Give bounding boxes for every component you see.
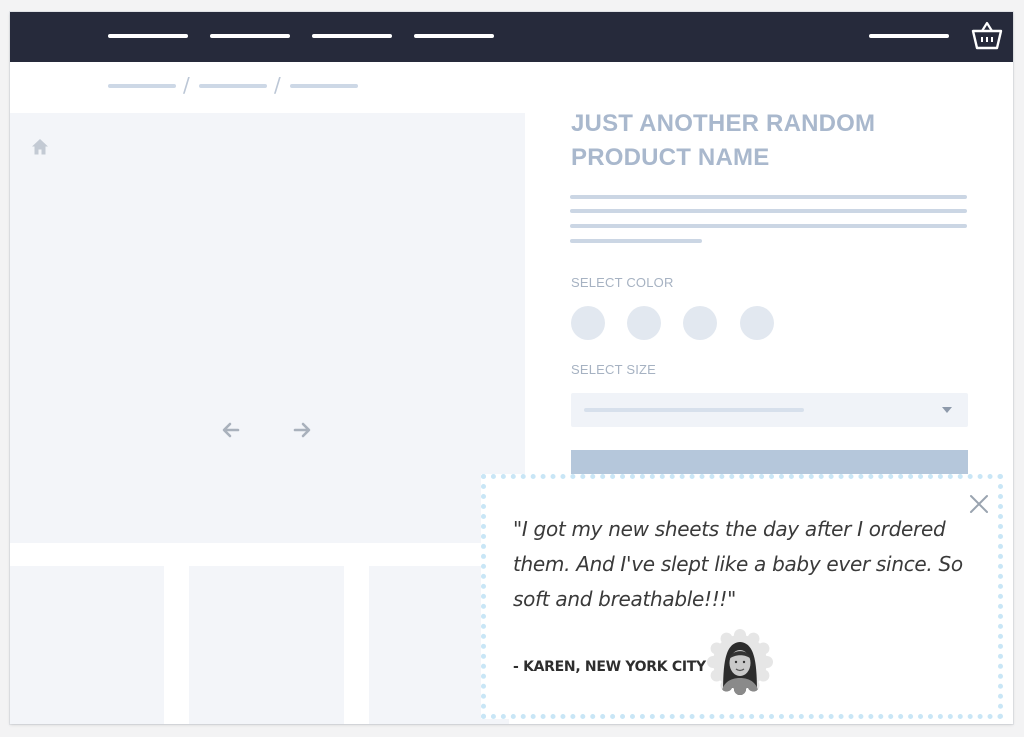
description-line bbox=[570, 239, 702, 243]
color-swatch-4[interactable] bbox=[740, 306, 774, 340]
size-select-value bbox=[584, 408, 804, 412]
top-navigation-bar bbox=[10, 12, 1013, 62]
select-size-label: SELECT SIZE bbox=[571, 362, 657, 377]
color-swatch-2[interactable] bbox=[627, 306, 661, 340]
breadcrumb-item-3[interactable] bbox=[290, 84, 358, 88]
product-image-gallery bbox=[10, 113, 525, 543]
breadcrumb-item-2[interactable] bbox=[199, 84, 267, 88]
color-swatch-3[interactable] bbox=[683, 306, 717, 340]
testimonial-popup: "I got my new sheets the day after I ord… bbox=[481, 474, 1003, 719]
nav-item-1[interactable] bbox=[108, 34, 188, 38]
add-to-cart-button[interactable] bbox=[571, 450, 968, 476]
arrow-left-icon[interactable] bbox=[220, 419, 242, 441]
avatar bbox=[707, 629, 773, 695]
description-line bbox=[570, 209, 967, 213]
color-swatch-1[interactable] bbox=[571, 306, 605, 340]
breadcrumb-separator: / bbox=[274, 73, 281, 97]
home-icon[interactable] bbox=[31, 138, 49, 156]
chevron-down-icon bbox=[942, 407, 952, 413]
product-title: JUST ANOTHER RANDOM PRODUCT NAME bbox=[571, 110, 876, 171]
testimonial-author: - KAREN, NEW YORK CITY bbox=[513, 659, 706, 675]
breadcrumb-separator: / bbox=[183, 73, 190, 97]
description-line bbox=[570, 195, 967, 199]
breadcrumb-item-1[interactable] bbox=[108, 84, 176, 88]
nav-item-3[interactable] bbox=[312, 34, 392, 38]
thumbnail-1[interactable] bbox=[10, 566, 164, 724]
arrow-right-icon[interactable] bbox=[291, 419, 313, 441]
size-select[interactable] bbox=[571, 393, 968, 427]
account-link[interactable] bbox=[869, 34, 949, 38]
nav-item-2[interactable] bbox=[210, 34, 290, 38]
basket-icon[interactable] bbox=[970, 20, 1004, 52]
nav-item-4[interactable] bbox=[414, 34, 494, 38]
thumbnail-2[interactable] bbox=[189, 566, 344, 724]
select-color-label: SELECT COLOR bbox=[571, 275, 674, 290]
testimonial-quote: "I got my new sheets the day after I ord… bbox=[513, 517, 963, 611]
description-line bbox=[570, 224, 967, 228]
